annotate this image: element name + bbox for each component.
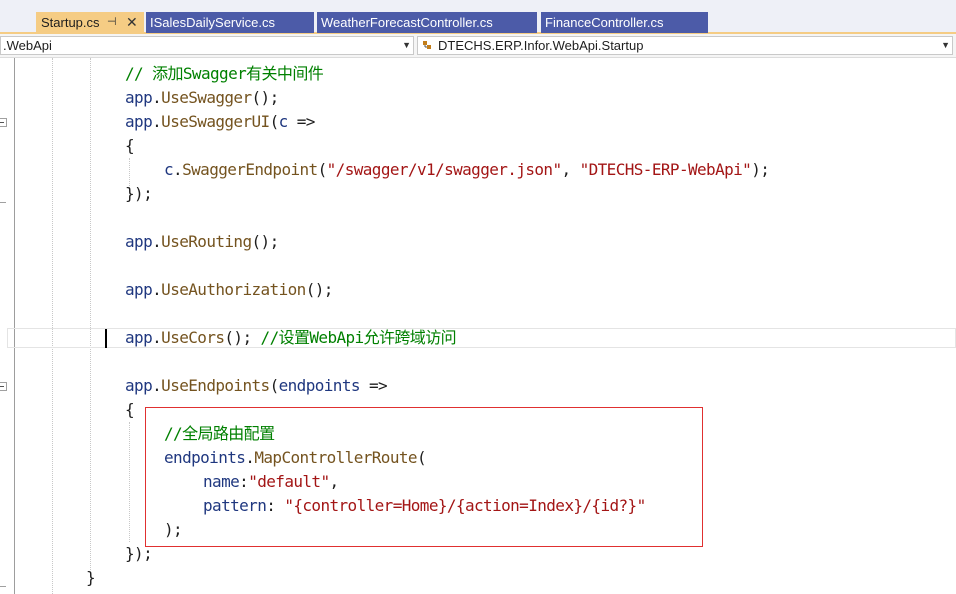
- title-strip: [0, 0, 956, 8]
- code-line: app.UseCors(); //设置WebApi允许跨域访问: [125, 328, 457, 347]
- tab-financecontroller-cs[interactable]: FinanceController.cs: [541, 12, 708, 33]
- navigation-bar: .WebApi ▼ DTECHS.ERP.Infor.WebApi.Startu…: [0, 34, 956, 58]
- outlining-margin: [14, 58, 15, 594]
- tab-isalesdailyservice-cs[interactable]: ISalesDailyService.cs: [146, 12, 314, 33]
- code-line: }: [86, 568, 96, 587]
- code-line: app.UseAuthorization();: [125, 280, 333, 299]
- tab-label: ISalesDailyService.cs: [150, 15, 275, 30]
- type-dropdown[interactable]: DTECHS.ERP.Infor.WebApi.Startup ▼: [417, 36, 953, 55]
- class-icon: [423, 41, 431, 49]
- project-dropdown[interactable]: .WebApi ▼: [0, 36, 414, 55]
- tab-label: FinanceController.cs: [545, 15, 664, 30]
- code-editor[interactable]: // 添加Swagger有关中间件 app.UseSwagger(); app.…: [0, 58, 956, 594]
- code-line: app.UseSwagger();: [125, 88, 279, 107]
- indent-guide: [129, 422, 130, 542]
- code-line: app.UseSwaggerUI(c =>: [125, 112, 315, 131]
- collapse-toggle-icon[interactable]: [0, 382, 7, 391]
- red-annotation-box: [145, 407, 703, 547]
- type-dropdown-value: DTECHS.ERP.Infor.WebApi.Startup: [438, 38, 644, 53]
- code-line: });: [125, 184, 153, 203]
- code-line: app.UseEndpoints(endpoints =>: [125, 376, 388, 395]
- code-line: // 添加Swagger有关中间件: [125, 64, 324, 83]
- tab-startup-cs[interactable]: Startup.cs ⊣ ✕: [36, 12, 144, 33]
- outline-marker: [0, 202, 6, 203]
- text-caret: [105, 329, 107, 348]
- code-line: c.SwaggerEndpoint("/swagger/v1/swagger.j…: [164, 160, 770, 179]
- document-tab-bar: Startup.cs ⊣ ✕ ISalesDailyService.cs Wea…: [0, 8, 956, 34]
- tab-weatherforecastcontroller-cs[interactable]: WeatherForecastController.cs: [317, 12, 537, 33]
- code-line: {: [125, 136, 135, 155]
- chevron-down-icon[interactable]: ▼: [941, 37, 950, 54]
- close-icon[interactable]: ✕: [126, 12, 138, 33]
- code-line: {: [125, 400, 135, 419]
- project-dropdown-value: .WebApi: [3, 38, 52, 53]
- indent-guide: [52, 58, 53, 594]
- tab-label: WeatherForecastController.cs: [321, 15, 493, 30]
- indent-guide: [90, 58, 91, 570]
- tab-label: Startup.cs: [41, 15, 100, 30]
- chevron-down-icon[interactable]: ▼: [402, 37, 411, 54]
- outline-marker: [0, 586, 6, 587]
- pin-icon[interactable]: ⊣: [107, 12, 117, 33]
- code-line: app.UseRouting();: [125, 232, 279, 251]
- collapse-toggle-icon[interactable]: [0, 118, 7, 127]
